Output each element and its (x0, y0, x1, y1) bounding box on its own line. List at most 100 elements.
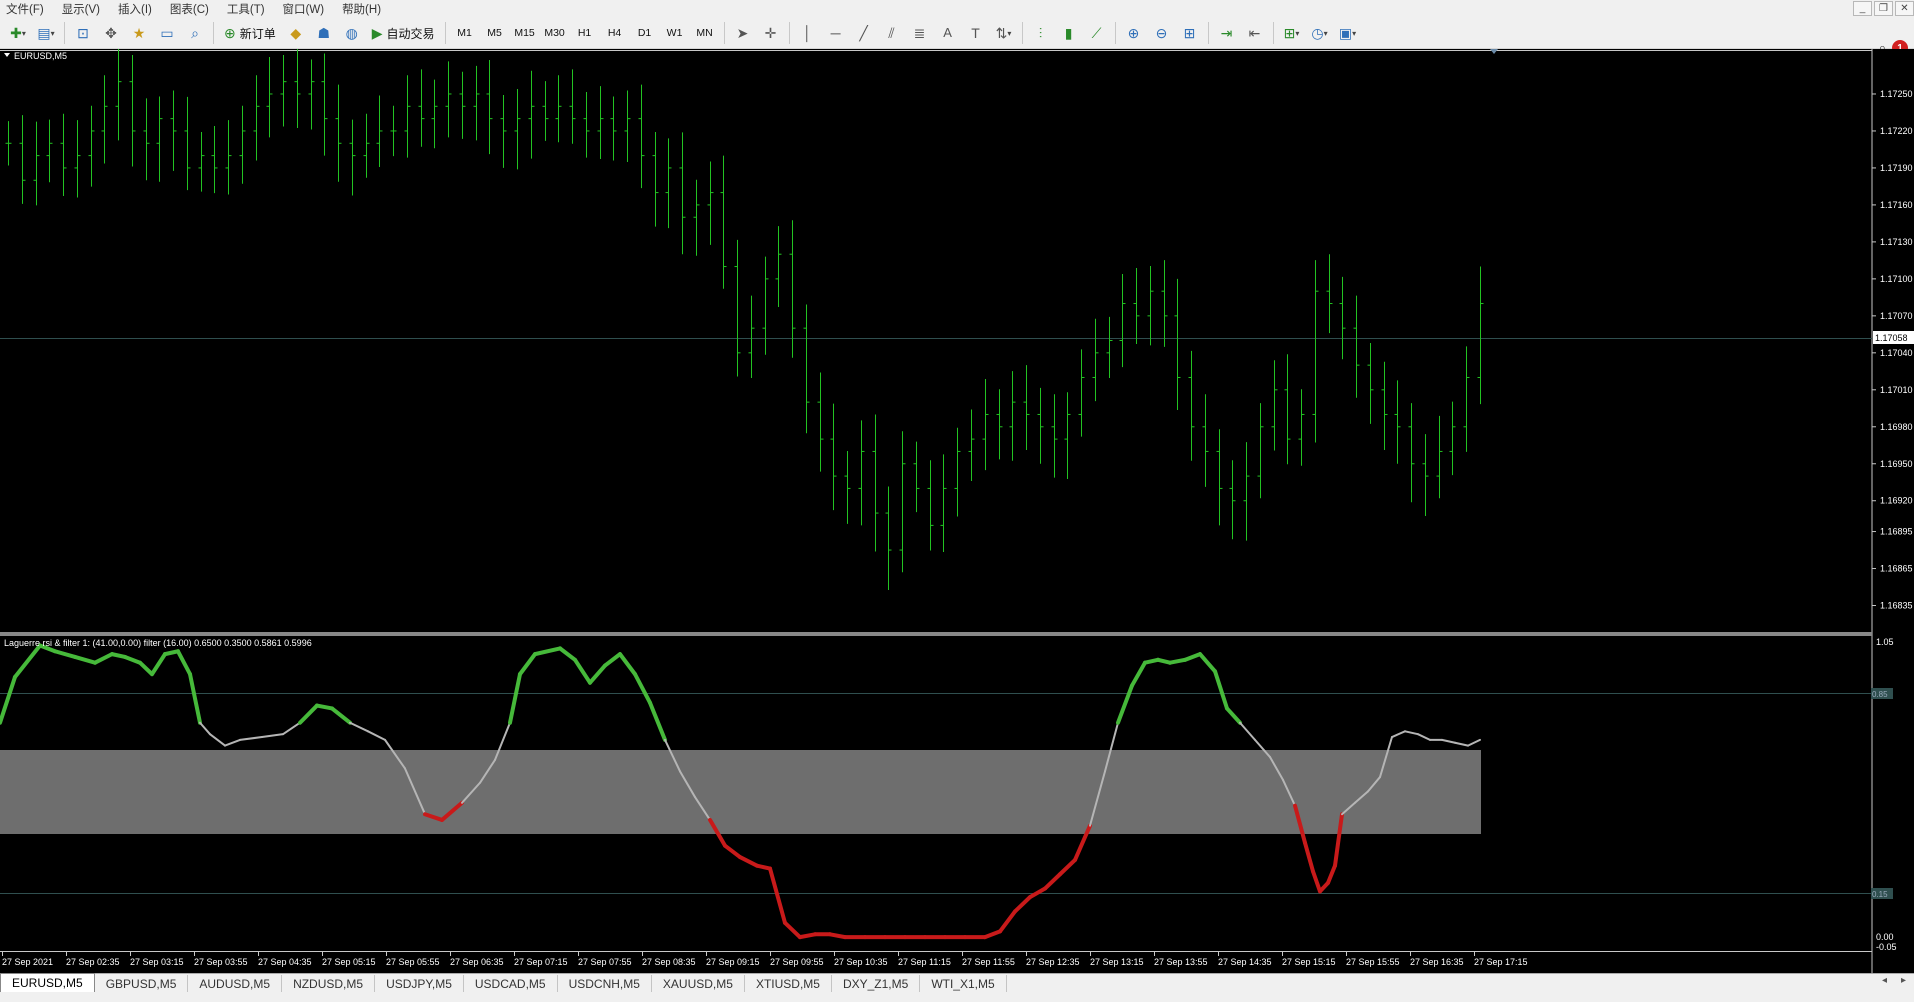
vertical-line-button[interactable]: │ (796, 21, 820, 45)
star-icon: ★ (132, 25, 146, 41)
tab-scroll-right-icon[interactable]: ▸ (1901, 975, 1906, 986)
timeframe-d1[interactable]: D1 (632, 21, 658, 45)
text-button[interactable]: A (936, 21, 960, 45)
metaeditor-button[interactable]: ◆ (284, 21, 308, 45)
time-tick-label: 27 Sep 12:35 (1026, 957, 1080, 967)
price-tick-label: 1.17130 (1880, 237, 1913, 247)
menu-tools[interactable]: 工具(T) (218, 1, 274, 17)
chart-tab-nzdusd[interactable]: NZDUSD,M5 (282, 975, 376, 992)
price-tick-label: 1.16865 (1880, 564, 1913, 574)
timeframe-mn[interactable]: MN (692, 21, 718, 45)
chart-canvas[interactable]: 1.17250 1.17220 1.17190 1.17160 1.17130 1.171… (0, 49, 1914, 973)
timeframe-w1[interactable]: W1 (662, 21, 688, 45)
channel-button[interactable]: ⫽ (880, 21, 904, 45)
new-order-label: 新订单 (239, 26, 276, 41)
templates-button[interactable]: ▣ ▾ (1336, 21, 1360, 45)
cursor-icon: ➤ (736, 25, 749, 41)
book-icon: ◆ (290, 25, 302, 41)
candlestick-icon: ▮ (1064, 25, 1073, 41)
price-tick-label: 1.17010 (1880, 385, 1913, 395)
vps-button[interactable]: ◍ (340, 21, 364, 45)
horizontal-line-button[interactable]: ─ (824, 21, 848, 45)
timeframe-m1[interactable]: M1 (452, 21, 478, 45)
text-label-icon: T (971, 25, 980, 41)
chart-tab-dxy[interactable]: DXY_Z1,M5 (832, 975, 921, 992)
menu-help[interactable]: 帮助(H) (333, 1, 390, 17)
minimize-icon[interactable]: _ (1853, 1, 1872, 16)
tile-windows-button[interactable]: ⊞ (1178, 21, 1202, 45)
menu-window[interactable]: 窗口(W) (274, 1, 334, 17)
indicators-button[interactable]: ⊞ ▾ (1280, 21, 1304, 45)
menu-view[interactable]: 显示(V) (53, 1, 109, 17)
tab-scroll-left-icon[interactable]: ◂ (1882, 975, 1887, 986)
timeframe-m5[interactable]: M5 (482, 21, 508, 45)
price-tick-label: 1.17190 (1880, 163, 1913, 173)
market-watch-icon: ⊡ (77, 25, 89, 41)
menu-file[interactable]: 文件(F) (0, 1, 53, 17)
indicator-level-top: 1.05 (1876, 637, 1894, 647)
restore-icon[interactable]: ❐ (1874, 1, 1893, 16)
market-watch-button[interactable]: ⊡ (71, 21, 95, 45)
price-tick-label: 1.16980 (1880, 422, 1913, 432)
chart-tab-usdcad[interactable]: USDCAD,M5 (464, 975, 558, 992)
text-icon: A (943, 25, 952, 40)
auto-trading-button[interactable]: ▶ 自动交易 (368, 21, 439, 45)
candlestick-button[interactable]: ▮ (1057, 21, 1081, 45)
chart-tab-eurusd[interactable]: EURUSD,M5 (0, 973, 95, 992)
signals-button[interactable]: ☗ (312, 21, 336, 45)
zoom-in-button[interactable]: ⊕ (1122, 21, 1146, 45)
auto-trading-label: 自动交易 (386, 26, 435, 41)
chart-tab-usdcnh[interactable]: USDCNH,M5 (558, 975, 652, 992)
chart-tab-xtiusd[interactable]: XTIUSD,M5 (745, 975, 832, 992)
chart-shift-button[interactable]: ⇤ (1243, 21, 1267, 45)
timeframe-m15[interactable]: M15 (512, 21, 538, 45)
price-tick-label: 1.17220 (1880, 126, 1913, 136)
chart-shift-icon: ⇤ (1248, 25, 1261, 41)
new-order-button[interactable]: ⊕ 新订单 (220, 21, 280, 45)
arrows-button[interactable]: ⇅ ▾ (992, 21, 1016, 45)
chart-window[interactable]: 1.17250 1.17220 1.17190 1.17160 1.17130 1.171… (0, 49, 1914, 973)
price-tick-label: 1.16920 (1880, 496, 1913, 506)
close-icon[interactable]: ✕ (1895, 1, 1914, 16)
time-tick-label: 27 Sep 11:55 (962, 957, 1015, 967)
indicators-icon: ⊞ (1283, 25, 1296, 41)
crosshair-button[interactable]: ✛ (759, 21, 783, 45)
chart-tab-usdjpy[interactable]: USDJPY,M5 (375, 975, 464, 992)
time-tick-label: 27 Sep 05:15 (322, 957, 376, 967)
profiles-icon: ▤ (37, 25, 51, 41)
cursor-button[interactable]: ➤ (731, 21, 755, 45)
chart-tab-xauusd[interactable]: XAUUSD,M5 (652, 975, 745, 992)
pane-separator[interactable] (0, 632, 1872, 636)
timeframe-h1[interactable]: H1 (572, 21, 598, 45)
bar-chart-button[interactable]: ⫶ (1029, 21, 1053, 45)
periods-button[interactable]: ◷ ▾ (1308, 21, 1332, 45)
menu-insert[interactable]: 插入(I) (109, 1, 161, 17)
zoom-out-button[interactable]: ⊖ (1150, 21, 1174, 45)
time-tick-label: 27 Sep 02:35 (66, 957, 120, 967)
terminal-button[interactable]: ▭ (155, 21, 179, 45)
text-label-button[interactable]: T (964, 21, 988, 45)
timeframe-m30[interactable]: M30 (542, 21, 568, 45)
fibonacci-icon: ≣ (913, 25, 926, 41)
time-tick-label: 27 Sep 09:55 (770, 957, 824, 967)
fibonacci-button[interactable]: ≣ (908, 21, 932, 45)
auto-trading-icon: ▶ (371, 25, 383, 41)
menu-charts[interactable]: 图表(C) (161, 1, 218, 17)
navigator-button[interactable]: ★ (127, 21, 151, 45)
line-chart-button[interactable]: ⟋ (1085, 21, 1109, 45)
chart-tab-audusd[interactable]: AUDUSD,M5 (188, 975, 283, 992)
rsi-segment (315, 703, 334, 711)
trendline-button[interactable]: ╱ (852, 21, 876, 45)
trendline-icon: ╱ (859, 25, 868, 41)
crosshair-move-icon: ✥ (105, 25, 117, 41)
new-chart-button[interactable]: ✚ ▾ (6, 21, 30, 45)
data-window-button[interactable]: ✥ (99, 21, 123, 45)
price-tick-label: 1.17250 (1880, 89, 1913, 99)
autoscroll-button[interactable]: ⇥ (1215, 21, 1239, 45)
chart-tab-gbpusd[interactable]: GBPUSD,M5 (95, 975, 189, 992)
strategy-tester-button[interactable]: ⌕ (183, 21, 207, 45)
timeframe-h4[interactable]: H4 (602, 21, 628, 45)
profiles-button[interactable]: ▤ ▾ (34, 21, 58, 45)
time-tick-label: 27 Sep 03:15 (130, 957, 184, 967)
chart-tab-wti[interactable]: WTI_X1,M5 (920, 975, 1007, 992)
